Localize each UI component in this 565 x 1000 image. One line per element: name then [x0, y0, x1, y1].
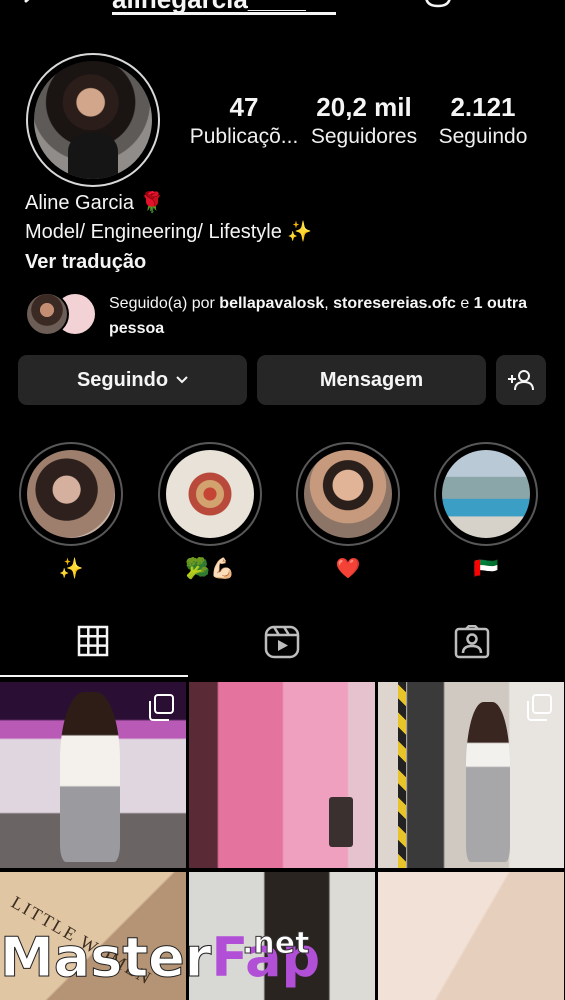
- story-highlight[interactable]: ❤️: [296, 442, 400, 582]
- message-button[interactable]: Mensagem: [257, 355, 486, 405]
- followed-by-user[interactable]: bellapavalosk: [219, 295, 324, 312]
- highlight-ring: [296, 442, 400, 546]
- stat-following[interactable]: 2.121 Seguindo: [430, 92, 536, 152]
- stat-posts-value: 47: [229, 92, 259, 122]
- highlight-caption: ✨: [58, 558, 84, 580]
- chevron-down-icon: [176, 376, 188, 384]
- watermark-part: Master: [0, 926, 212, 989]
- story-highlight[interactable]: ✨: [19, 442, 123, 582]
- grid-icon[interactable]: [77, 625, 109, 662]
- followed-by-and: e: [455, 295, 474, 312]
- stat-posts-label: Publicaçõ...: [189, 125, 299, 148]
- profile-avatar[interactable]: [26, 53, 160, 187]
- stat-posts[interactable]: 47 Publicaçõ...: [188, 92, 300, 152]
- post-detail: [398, 682, 406, 868]
- profile-bio: Model/ Engineering/ Lifestyle ✨: [25, 221, 313, 243]
- carousel-icon: [149, 694, 174, 721]
- followed-by-text: Seguido(a) por bellapavalosk, storeserei…: [109, 291, 539, 341]
- followed-by-user[interactable]: storesereias.ofc: [333, 295, 456, 312]
- carousel-icon: [527, 694, 552, 721]
- highlight-ring: [434, 442, 538, 546]
- story-highlight[interactable]: 🥦💪🏻: [158, 442, 262, 582]
- translate-link[interactable]: Ver tradução: [25, 248, 146, 276]
- watermark-logo: MasterFap .net: [0, 926, 320, 989]
- stat-following-value: 2.121: [450, 92, 516, 122]
- following-button[interactable]: Seguindo: [18, 355, 247, 405]
- stat-following-label: Seguindo: [438, 125, 528, 148]
- stat-followers-value: 20,2 mil: [316, 92, 412, 122]
- followed-by-prefix: Seguido(a) por: [109, 295, 220, 312]
- post-thumbnail[interactable]: [378, 682, 564, 868]
- post-detail: [329, 797, 353, 847]
- add-user-icon: [507, 369, 535, 391]
- profile-username[interactable]: alinegarcia____: [112, 0, 336, 15]
- stat-followers[interactable]: 20,2 mil Seguidores: [308, 92, 420, 152]
- highlight-ring: [158, 442, 262, 546]
- watermark-part: .net: [241, 926, 310, 962]
- highlight-caption: 🥦💪🏻: [185, 558, 235, 580]
- profile-display-name: Aline Garcia 🌹: [25, 192, 165, 214]
- back-arrow-icon[interactable]: [22, 0, 44, 17]
- post-thumbnail[interactable]: [378, 872, 564, 1000]
- post-subject: [60, 692, 120, 862]
- profile-tabs: [0, 610, 565, 676]
- highlight-ring: [19, 442, 123, 546]
- highlight-cover: [166, 450, 254, 538]
- highlight-cover: [304, 450, 392, 538]
- highlight-caption: ❤️: [335, 558, 361, 580]
- post-thumbnail[interactable]: [0, 682, 186, 868]
- tagged-icon[interactable]: [454, 624, 490, 664]
- bell-icon[interactable]: [423, 0, 453, 17]
- highlight-caption: 🇦🇪: [473, 558, 499, 580]
- post-thumbnail[interactable]: [189, 682, 375, 868]
- active-tab-indicator: [0, 675, 188, 677]
- stat-followers-label: Seguidores: [310, 125, 418, 148]
- following-button-label: Seguindo: [76, 368, 169, 391]
- top-bar: alinegarcia____: [0, 0, 565, 26]
- post-subject: [466, 702, 510, 862]
- more-vertical-icon[interactable]: [514, 0, 522, 17]
- followed-by-separator: ,: [324, 295, 334, 312]
- story-highlight[interactable]: 🇦🇪: [434, 442, 538, 582]
- highlight-cover: [442, 450, 530, 538]
- reels-icon[interactable]: [264, 625, 300, 664]
- message-button-label: Mensagem: [319, 368, 424, 391]
- add-user-button[interactable]: [496, 355, 546, 405]
- avatar-photo: [34, 61, 152, 179]
- highlight-cover: [27, 450, 115, 538]
- follower-avatar: [25, 292, 69, 336]
